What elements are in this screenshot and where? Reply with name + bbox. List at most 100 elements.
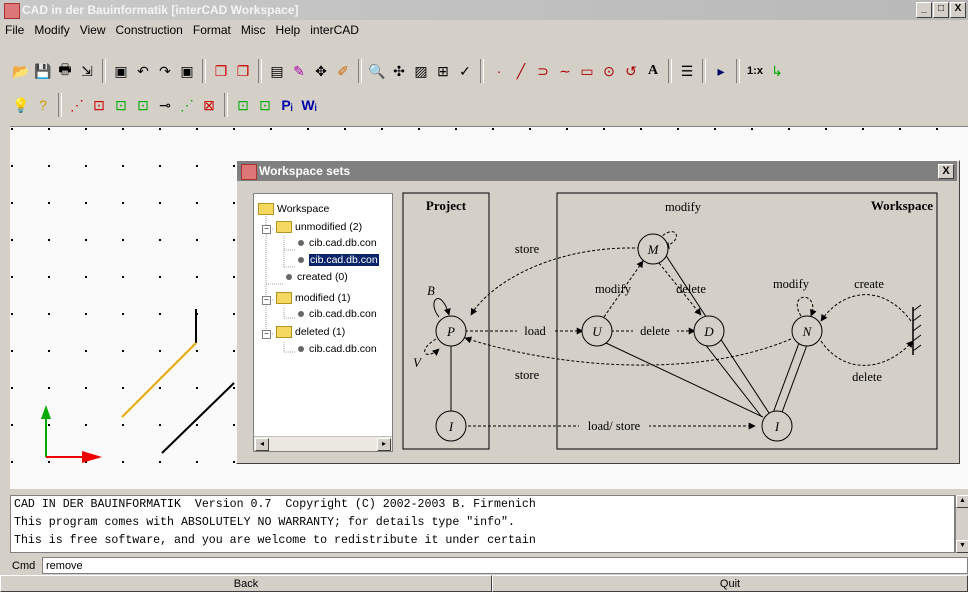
play-icon[interactable]: ▸ [710, 60, 732, 82]
maximize-button[interactable]: □ [933, 2, 949, 18]
layer-icon[interactable]: ▣ [110, 60, 132, 82]
tree-leaf-unmodified-2[interactable]: cib.cad.db.con [298, 253, 379, 267]
drawn-line[interactable] [161, 382, 235, 454]
tree-node-deleted[interactable]: deleted (1) [276, 325, 345, 339]
project-label: Project [426, 198, 467, 213]
cmd-input[interactable]: remove [42, 557, 968, 574]
node-M-label: M [647, 242, 660, 257]
curve-icon[interactable]: ∼ [554, 60, 576, 82]
grid-dot [196, 350, 198, 352]
paste-icon[interactable]: ❐ [232, 60, 254, 82]
toolbar-separator [358, 59, 362, 83]
menu-construction[interactable]: Construction [110, 20, 187, 37]
expander-icon[interactable]: − [262, 225, 271, 234]
command-output[interactable]: CAD IN DER BAUINFORMATIK Version 0.7 Cop… [10, 495, 955, 553]
expander-icon[interactable]: − [262, 296, 271, 305]
graph-icon[interactable]: ⋰ [66, 94, 88, 116]
info-icon[interactable]: Pᵢ [276, 94, 298, 116]
output-line: This is free software, and you are welco… [14, 534, 536, 547]
menu-format[interactable]: Format [188, 20, 236, 37]
menu-modify[interactable]: Modify [29, 20, 74, 37]
pan-icon[interactable]: ✣ [388, 60, 410, 82]
back-button[interactable]: Back [0, 575, 492, 592]
y-axis-arrow [41, 405, 51, 419]
open-icon[interactable]: 📂 [10, 60, 32, 82]
graph7-icon[interactable]: ⊡ [232, 94, 254, 116]
tree-leaf-deleted-1[interactable]: cib.cad.db.con [298, 342, 377, 356]
axis-icon[interactable]: ↳ [766, 60, 788, 82]
layers-icon[interactable]: ☰ [676, 60, 698, 82]
menu-view[interactable]: View [75, 20, 111, 37]
menu-file[interactable]: File [0, 20, 29, 37]
menu-help[interactable]: Help [271, 20, 306, 37]
text-icon[interactable]: A [642, 60, 664, 82]
node-dot-icon [298, 240, 304, 247]
save-icon[interactable]: 💾 [32, 60, 54, 82]
line-icon[interactable]: ╱ [510, 60, 532, 82]
lightbulb-icon[interactable]: 💡 [10, 94, 32, 116]
toolbar-separator [202, 59, 206, 83]
redo-icon[interactable]: ↷ [154, 60, 176, 82]
move-icon[interactable]: ✥ [310, 60, 332, 82]
scroll-left-icon[interactable]: ◂ [255, 438, 269, 451]
tree-leaf-modified-1[interactable]: cib.cad.db.con [298, 307, 377, 321]
color-icon[interactable]: ✐ [332, 60, 354, 82]
hatch-icon[interactable]: ▨ [410, 60, 432, 82]
tree-node-modified[interactable]: modified (1) [276, 291, 350, 305]
graph5-icon[interactable]: ⋰ [176, 94, 198, 116]
scroll-down-icon[interactable]: ▼ [956, 540, 968, 553]
undo-icon[interactable]: ↶ [132, 60, 154, 82]
point-icon[interactable]: · [488, 60, 510, 82]
dialog-title-bar[interactable]: Workspace sets X [237, 161, 957, 181]
label-store-bottom: store [515, 368, 540, 382]
export-icon[interactable]: ⇲ [76, 60, 98, 82]
tree-leaf-unmodified-1[interactable]: cib.cad.db.con [298, 236, 377, 250]
polyline-icon[interactable]: ⊃ [532, 60, 554, 82]
output-vertical-scrollbar[interactable]: ▲ ▼ [955, 495, 968, 553]
grid-icon[interactable]: ⊞ [432, 60, 454, 82]
scroll-up-icon[interactable]: ▲ [956, 495, 968, 508]
circle-icon[interactable]: ⊙ [598, 60, 620, 82]
node-I-left-label: I [448, 419, 454, 434]
zoom-icon[interactable]: 🔍 [366, 60, 388, 82]
tree-node-unmodified[interactable]: unmodified (2) [276, 220, 362, 234]
info2-icon[interactable]: Wᵢ [298, 94, 320, 116]
expander-icon[interactable]: − [262, 330, 271, 339]
scroll-right-icon[interactable]: ▸ [377, 438, 391, 451]
graph3-icon[interactable]: ⊡ [110, 94, 132, 116]
quit-button[interactable]: Quit [492, 575, 968, 592]
layer2-icon[interactable]: ▣ [176, 60, 198, 82]
selected-line[interactable] [121, 342, 197, 418]
rectangle-icon[interactable]: ▭ [576, 60, 598, 82]
grid-dot [11, 424, 13, 426]
help-icon[interactable]: ? [32, 94, 54, 116]
print-icon[interactable]: 🖶 [54, 60, 76, 82]
node-D-label: D [703, 324, 714, 339]
graph2-icon[interactable]: ⊡ [88, 94, 110, 116]
tree-node-workspace[interactable]: Workspace [258, 202, 329, 216]
snap-icon[interactable]: ✓ [454, 60, 476, 82]
menu-intercad[interactable]: interCAD [305, 20, 364, 37]
minimize-button[interactable]: _ [916, 2, 932, 18]
workspace-tree[interactable]: Workspace − unmodified (2) cib.cad.db.co… [253, 193, 393, 452]
edit-icon[interactable]: ✎ [288, 60, 310, 82]
graph8-icon[interactable]: ⊡ [254, 94, 276, 116]
graph4-icon[interactable]: ⊡ [132, 94, 154, 116]
graph6-icon[interactable]: ⊠ [198, 94, 220, 116]
grid-dot [233, 239, 235, 241]
close-button[interactable]: X [950, 2, 966, 18]
tree-horizontal-scrollbar[interactable]: ◂ ▸ [254, 436, 392, 451]
tree-node-created[interactable]: created (0) [286, 270, 348, 284]
menu-misc[interactable]: Misc [236, 20, 271, 37]
arc-icon[interactable]: ↺ [620, 60, 642, 82]
workspace-state-diagram: Project Workspace P I U D M N I load del… [402, 192, 938, 450]
properties-icon[interactable]: ▤ [266, 60, 288, 82]
copy-icon[interactable]: ❐ [210, 60, 232, 82]
connect-icon[interactable]: ⊸ [154, 94, 176, 116]
scale-icon[interactable]: 1:x [744, 60, 766, 82]
toolbar-separator [258, 59, 262, 83]
workspace-label: Workspace [871, 198, 933, 213]
toolbar-separator [102, 59, 106, 83]
dialog-close-button[interactable]: X [938, 164, 954, 179]
label-store-top: store [515, 242, 540, 256]
